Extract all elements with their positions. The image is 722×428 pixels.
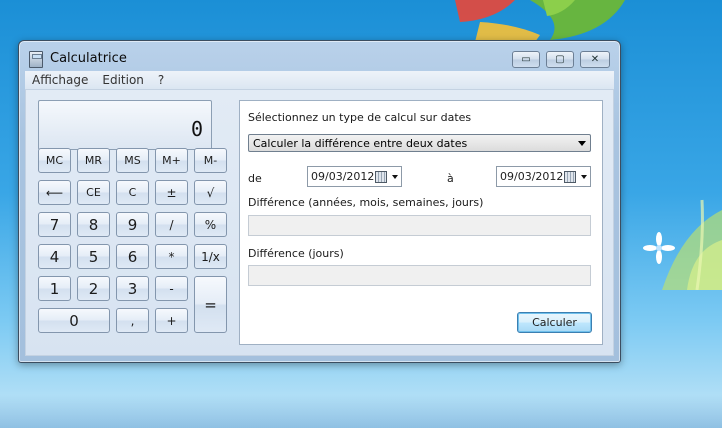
to-date-picker[interactable]: 09/03/2012 [496,166,591,187]
calculator-client-area: 0 MC MR MS M+ M- ⟵ CE C ± √ 7 8 9/% 4 5 6 * 1/x 1 2 3- = 0, + S… [25,89,614,356]
from-date-picker[interactable]: 09/03/2012 [307,166,402,187]
subtract-button[interactable]: - [155,276,188,301]
desktop-bottom-glow [0,395,722,428]
minimize-button[interactable]: ▭ [512,51,540,68]
minimize-icon: ▭ [521,54,531,65]
backspace-button[interactable]: ⟵ [38,180,71,205]
difference-days-field [248,265,591,286]
digit-7-button[interactable]: 7 [38,212,71,237]
divide-button[interactable]: / [155,212,188,237]
maximize-icon: ▢ [555,54,565,65]
dropdown-arrow-icon [578,141,586,146]
negate-button[interactable]: ± [155,180,188,205]
menu-bar: Affichage Edition ? [25,71,614,90]
digit-5-button[interactable]: 5 [77,244,110,269]
display-value: 0 [190,117,203,141]
calc-type-value: Calculer la différence entre deux dates [253,137,468,150]
m-plus-button[interactable]: M+ [155,148,188,173]
reciprocal-button[interactable]: 1/x [194,244,227,269]
menu-help[interactable]: ? [151,71,171,89]
percent-button[interactable]: % [194,212,227,237]
digit-3-button[interactable]: 3 [116,276,149,301]
calculator-display: 0 [38,100,212,150]
calc-type-select[interactable]: Calculer la différence entre deux dates [248,134,591,152]
difference-days-label: Différence (jours) [248,247,344,260]
from-label: de [248,172,262,185]
digit-6-button[interactable]: 6 [116,244,149,269]
calculate-button[interactable]: Calculer [517,312,592,333]
chevron-down-icon[interactable] [392,175,398,179]
clear-button[interactable]: C [116,180,149,205]
equals-button[interactable]: = [194,276,227,333]
maximize-button[interactable]: ▢ [546,51,574,68]
digit-2-button[interactable]: 2 [77,276,110,301]
title-bar[interactable]: Calculatrice ▭ ▢ ✕ [19,41,620,71]
decimal-button[interactable]: , [116,308,149,333]
add-button[interactable]: + [155,308,188,333]
flower-decoration [643,232,675,264]
from-date-value: 09/03/2012 [311,170,375,183]
sqrt-button[interactable]: √ [194,180,227,205]
digit-1-button[interactable]: 1 [38,276,71,301]
menu-edition[interactable]: Edition [95,71,151,89]
menu-affichage[interactable]: Affichage [25,71,95,89]
close-icon: ✕ [590,54,600,65]
digit-9-button[interactable]: 9 [116,212,149,237]
windows-logo-decoration [455,0,625,42]
date-calculation-panel: Sélectionnez un type de calcul sur dates… [239,100,603,345]
digit-0-button[interactable]: 0 [38,308,110,333]
mc-button[interactable]: MC [38,148,71,173]
calendar-icon[interactable] [564,171,576,183]
m-minus-button[interactable]: M- [194,148,227,173]
multiply-button[interactable]: * [155,244,188,269]
calculator-app-icon [29,51,43,68]
to-date-value: 09/03/2012 [500,170,564,183]
chevron-down-icon[interactable] [581,175,587,179]
mr-button[interactable]: MR [77,148,110,173]
digit-4-button[interactable]: 4 [38,244,71,269]
difference-full-label: Différence (années, mois, semaines, jour… [248,196,484,209]
close-button[interactable]: ✕ [580,51,610,68]
ms-button[interactable]: MS [116,148,149,173]
calendar-icon[interactable] [375,171,387,183]
date-calc-heading: Sélectionnez un type de calcul sur dates [248,111,472,124]
clear-entry-button[interactable]: CE [77,180,110,205]
calculator-window: Calculatrice ▭ ▢ ✕ Affichage Edition ? 0… [18,40,621,363]
difference-full-field [248,215,591,236]
window-title: Calculatrice [50,51,127,66]
digit-8-button[interactable]: 8 [77,212,110,237]
to-label: à [447,172,454,185]
